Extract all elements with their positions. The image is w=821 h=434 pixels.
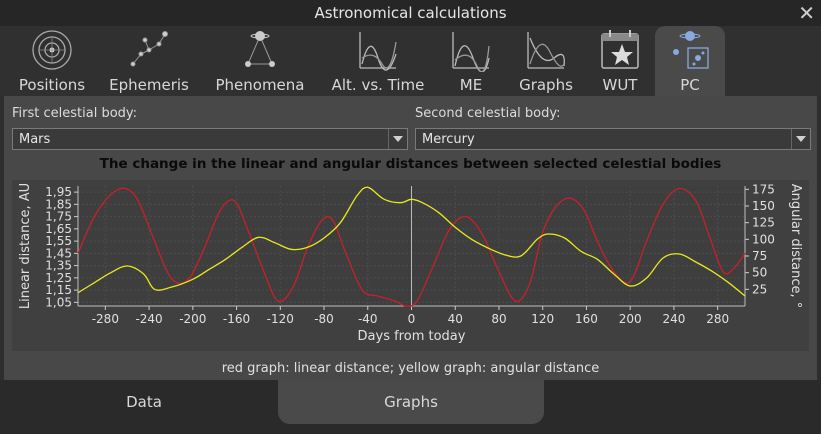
tab-graphs[interactable]: Graphs	[510, 26, 582, 96]
pc-planets-icon	[673, 31, 709, 69]
x-tick-label: 0	[408, 312, 416, 326]
x-tick-label: -160	[223, 312, 250, 326]
y-tick-label-right: 150	[752, 199, 775, 213]
y-tick-label-right: 100	[752, 232, 775, 246]
tab-label: Phenomena	[215, 76, 305, 94]
y-axis-label-right: Angular distance, °	[788, 184, 803, 309]
y-tick-label-left: 1,55	[45, 234, 72, 248]
graphs-icon	[527, 32, 565, 69]
y-tick-label-right: 75	[752, 249, 767, 263]
tab-ephemeris[interactable]: Ephemeris	[102, 26, 196, 96]
second-body-label: Second celestial body:	[415, 106, 561, 121]
tab-label: Graphs	[519, 76, 573, 94]
tab-pc[interactable]: PC	[655, 26, 725, 96]
tab-bar: Positions Ephemeris Phenomena Alt. vs. T…	[0, 26, 821, 96]
y-tick-label-left: 1,35	[45, 259, 72, 273]
tab-label: Alt. vs. Time	[331, 76, 425, 94]
tab-data[interactable]: Data	[12, 380, 276, 424]
window-title: Astronomical calculations	[314, 4, 507, 22]
chart-title: The change in the linear and angular dis…	[99, 156, 722, 172]
second-body-value: Mercury	[422, 132, 475, 147]
x-tick-label: -40	[358, 312, 378, 326]
y-tick-label-left: 1,05	[45, 295, 72, 309]
tab-alt-vs-time[interactable]: Alt. vs. Time	[324, 26, 432, 96]
first-body-label: First celestial body:	[12, 106, 138, 121]
phenomena-icon	[245, 31, 275, 67]
chevron-down-icon	[388, 129, 407, 149]
alt-time-chart-icon	[359, 32, 397, 71]
first-body-value: Mars	[19, 132, 51, 147]
orbit-icon	[32, 30, 72, 70]
chart-area: -280 -240 -200 -160 -120 -80 -40 0 40 80 120 160 200…	[12, 180, 809, 351]
distance-chart: -280 -240 -200 -160 -120 -80 -40 0 40 80 120 160 200…	[18, 182, 803, 344]
x-tick-label: 40	[448, 312, 463, 326]
x-tick-label: -80	[314, 312, 334, 326]
legend-note: red graph: linear distance; yellow graph…	[221, 361, 600, 376]
x-tick-label: -240	[135, 312, 162, 326]
y-axis-label-left: Linear distance, AU	[18, 183, 33, 309]
y-tick-label-left: 1,85	[45, 197, 72, 211]
y-tick-label-right: 125	[752, 216, 775, 230]
x-tick-label: -120	[267, 312, 294, 326]
y-tick-label-left: 1,95	[45, 185, 72, 199]
tab-label: Positions	[18, 76, 86, 94]
y-tick-label-right: 50	[752, 266, 767, 280]
x-tick-label: 280	[706, 312, 729, 326]
x-tick-label: -200	[179, 312, 206, 326]
close-icon[interactable]: ✕	[798, 1, 815, 25]
x-tick-label: -280	[92, 312, 119, 326]
y-tick-label-right: 25	[752, 282, 767, 296]
tab-label: WUT	[602, 76, 638, 94]
second-body-select[interactable]: Mercury	[415, 128, 811, 150]
y-tick-label-left: 1,45	[45, 246, 72, 260]
y-tick-label-left: 1,75	[45, 210, 72, 224]
x-tick-label: 200	[619, 312, 642, 326]
tab-phenomena[interactable]: Phenomena	[208, 26, 312, 96]
me-chart-icon	[452, 32, 490, 72]
y-tick-label-left: 1,15	[45, 283, 72, 297]
x-tick-label: 120	[531, 312, 554, 326]
tab-me[interactable]: ME	[444, 26, 498, 96]
y-tick-label-left: 1,65	[45, 222, 72, 236]
x-axis-label: Days from today	[358, 329, 466, 344]
x-tick-label: 240	[662, 312, 685, 326]
chevron-down-icon	[791, 129, 810, 149]
x-tick-label: 80	[491, 312, 506, 326]
y-tick-label-left: 1,25	[45, 271, 72, 285]
x-tick-label: 160	[575, 312, 598, 326]
tab-graphs-bottom[interactable]: Graphs	[278, 380, 544, 424]
constellation-icon	[130, 31, 168, 67]
y-tick-label-right: 175	[752, 182, 775, 196]
calendar-star-icon	[601, 30, 639, 69]
tab-label: Ephemeris	[109, 76, 189, 94]
title-bar: Astronomical calculations ✕	[0, 0, 821, 26]
tab-label: PC	[680, 76, 700, 94]
first-body-select[interactable]: Mars	[12, 128, 408, 150]
tab-label: ME	[459, 76, 483, 94]
tab-positions[interactable]: Positions	[4, 26, 100, 96]
tab-wut[interactable]: WUT	[592, 26, 648, 96]
